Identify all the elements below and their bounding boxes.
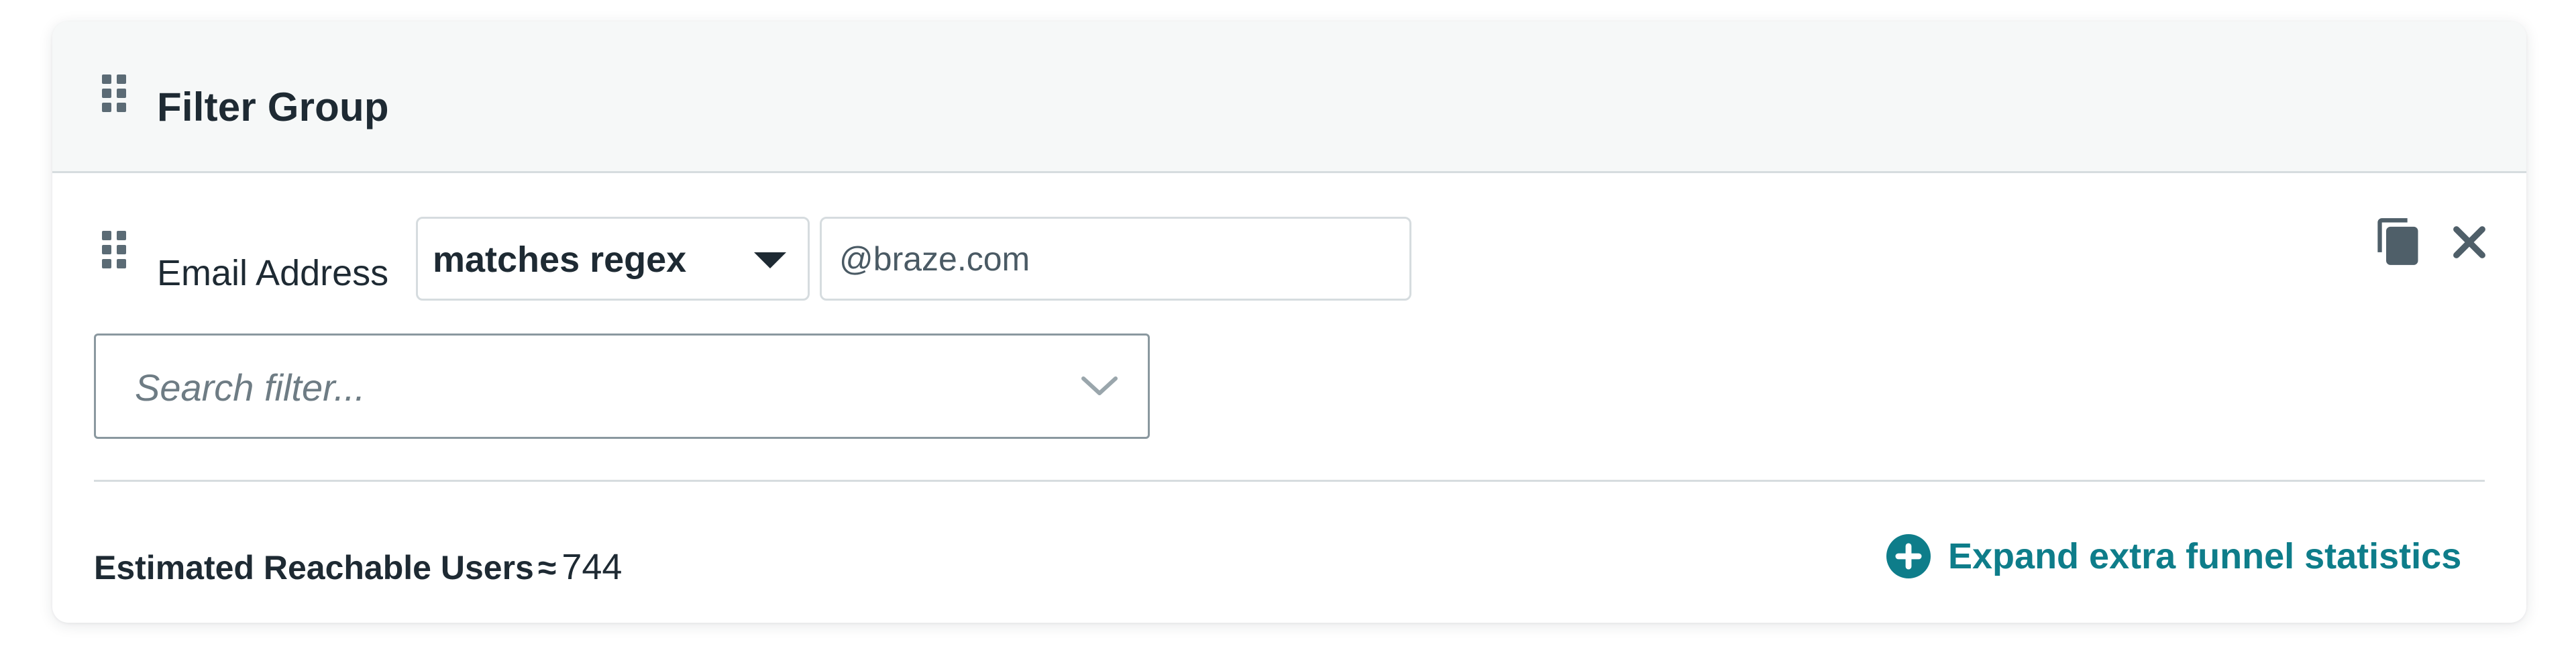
- section-divider: [94, 480, 2485, 482]
- plus-circle-icon: [1886, 534, 1931, 578]
- reach-label: Estimated Reachable Users: [94, 549, 534, 586]
- filter-group-card: Filter Group Email Address matches regex…: [52, 21, 2526, 623]
- close-icon: [2453, 226, 2485, 258]
- estimated-reachable-users: Estimated Reachable Users ≈744: [94, 549, 622, 585]
- operator-selected-value: matches regex: [433, 240, 687, 280]
- copy-filter-button[interactable]: [2373, 216, 2424, 267]
- search-filter-dropdown[interactable]: Search filter...: [94, 334, 1150, 439]
- filter-field-label: Email Address: [157, 253, 389, 293]
- reach-value: 744: [561, 547, 623, 587]
- filter-row-drag-handle-icon[interactable]: [102, 231, 129, 268]
- filter-group-title: Filter Group: [157, 85, 389, 130]
- search-filter-placeholder: Search filter...: [135, 366, 366, 409]
- copy-icon: [2377, 218, 2418, 265]
- remove-filter-button[interactable]: [2447, 220, 2491, 264]
- expand-funnel-statistics-link[interactable]: Expand extra funnel statistics: [1886, 526, 2461, 586]
- expand-link-label: Expand extra funnel statistics: [1948, 536, 2462, 576]
- filter-group-header: Filter Group: [52, 21, 2526, 173]
- regex-value-input[interactable]: [820, 217, 1411, 301]
- chevron-down-icon: [1081, 376, 1118, 395]
- operator-dropdown[interactable]: matches regex: [416, 217, 810, 301]
- drag-handle-icon[interactable]: [102, 74, 129, 112]
- caret-down-icon: [754, 252, 786, 268]
- approx-symbol: ≈: [537, 549, 557, 586]
